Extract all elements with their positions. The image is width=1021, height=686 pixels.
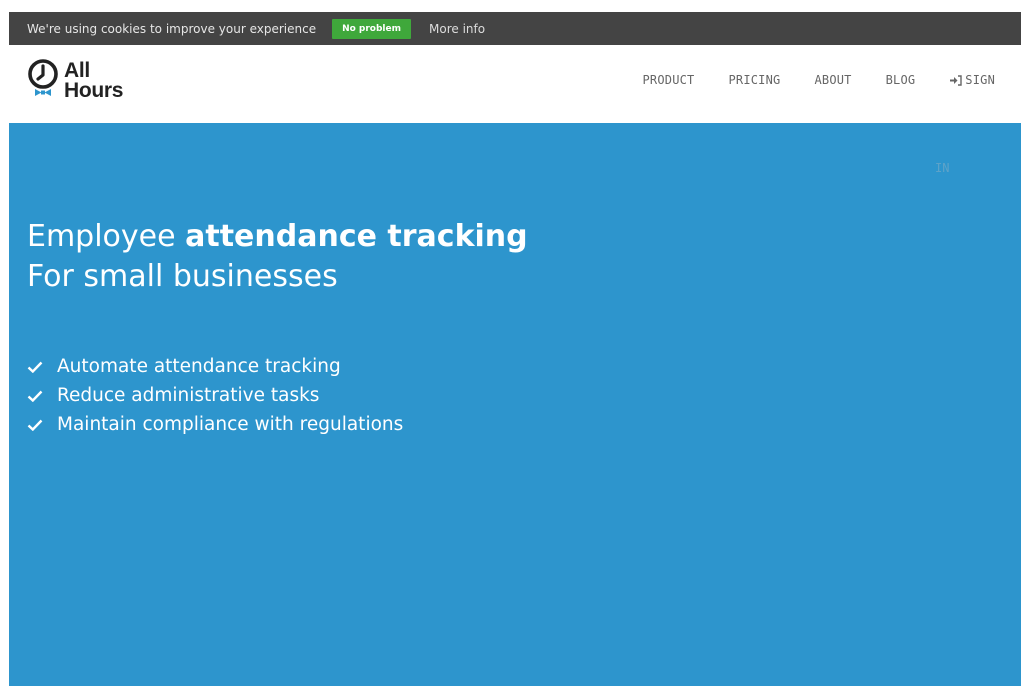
hero-title-plain: Employee (27, 219, 186, 254)
feature-text: Maintain compliance with regulations (57, 414, 404, 435)
logo[interactable]: All Hours (26, 55, 123, 107)
clock-with-bowtie-icon (28, 59, 58, 96)
cookie-message: We're using cookies to improve your expe… (27, 21, 317, 36)
sign-in-arrow-icon (950, 74, 962, 86)
main-nav: PRODUCT PRICING ABOUT BLOG SIGN (643, 73, 996, 87)
cookie-bar: We're using cookies to improve your expe… (9, 12, 1021, 45)
checkmark-icon (27, 361, 43, 373)
feature-text: Automate attendance tracking (57, 356, 341, 377)
sign-in-label: SIGN (965, 73, 995, 87)
feature-text: Reduce administrative tasks (57, 385, 320, 406)
checkmark-icon (27, 390, 43, 402)
nav-blog[interactable]: BLOG (886, 73, 916, 87)
hero-section: IN Employee attendance tracking For smal… (9, 123, 1021, 686)
cookie-more-info-link[interactable]: More info (429, 22, 485, 36)
checkmark-icon (27, 419, 43, 431)
nav-product[interactable]: PRODUCT (643, 73, 695, 87)
site-header: All Hours PRODUCT PRICING ABOUT BLOG SIG… (9, 45, 1021, 123)
sign-in-label-overflow[interactable]: IN (935, 161, 949, 175)
cookie-accept-button[interactable]: No problem (332, 18, 411, 39)
hero-subtitle: For small businesses (27, 259, 338, 294)
list-item: Maintain compliance with regulations (27, 410, 403, 439)
hero-title-bold: attendance tracking (185, 219, 528, 254)
logo-line-2: Hours (64, 79, 124, 102)
nav-sign-in[interactable]: SIGN (949, 73, 995, 87)
logo-line-1: All (64, 59, 90, 82)
hero-title: Employee attendance tracking For small b… (27, 217, 528, 297)
feature-list: Automate attendance tracking Reduce admi… (27, 352, 403, 439)
nav-about[interactable]: ABOUT (814, 73, 851, 87)
page: We're using cookies to improve your expe… (9, 12, 1021, 686)
list-item: Automate attendance tracking (27, 352, 403, 381)
logo-text: All Hours (64, 59, 124, 102)
list-item: Reduce administrative tasks (27, 381, 403, 410)
nav-pricing[interactable]: PRICING (728, 73, 780, 87)
